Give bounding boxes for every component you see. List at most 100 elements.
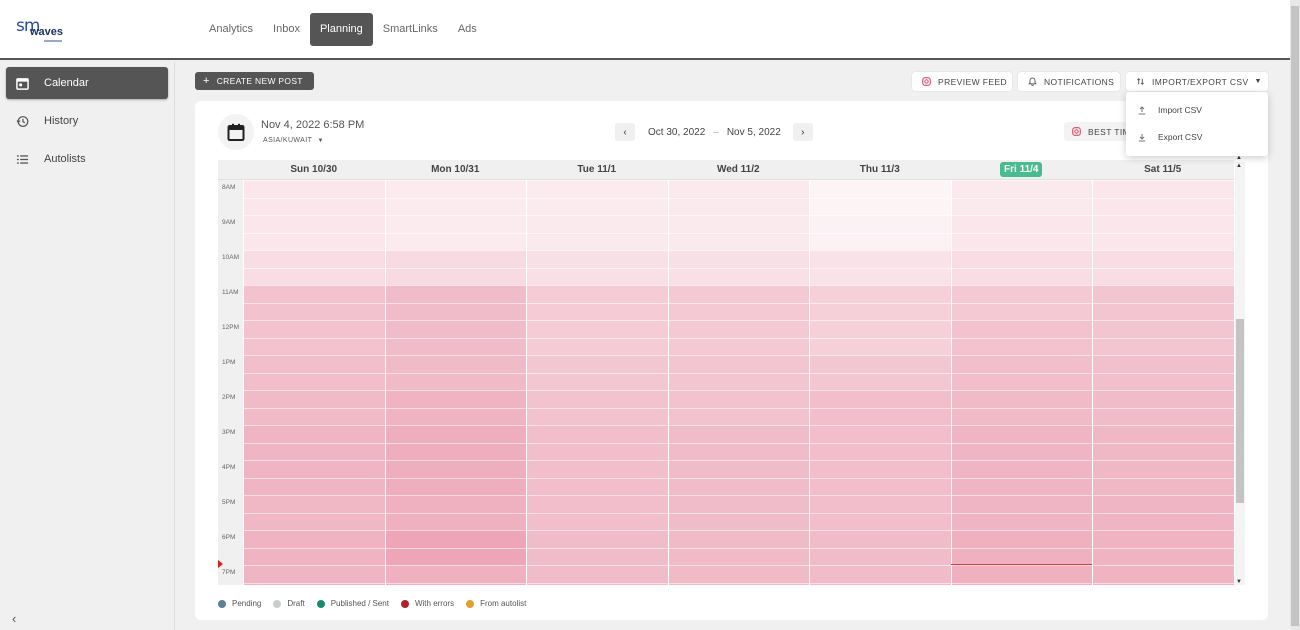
grid-line [243,582,1234,584]
legend-label: Pending [232,599,262,608]
create-new-post-button[interactable]: + CREATE NEW POST [195,72,314,90]
upload-icon [1138,105,1146,115]
create-new-post-label: CREATE NEW POST [216,76,303,86]
legend-label: Draft [287,599,305,608]
hour-label: 10AM [222,254,239,261]
day-header-label: Wed 11/2 [716,164,760,175]
current-time-line [950,563,1092,565]
next-week-button[interactable]: › [792,123,813,141]
week-grid: Sun 10/30 Mon 10/31 Tue 11/1 Wed 11/2 Thu 11… [218,160,1234,585]
day-column[interactable] [526,180,668,585]
scroll-top-arrow-icon[interactable]: ▲ [1236,163,1242,169]
sidebar-item-history[interactable]: History [6,105,168,137]
range-start: Oct 30, 2022 [648,126,706,138]
day-header-label: Fri 11/4 [1000,162,1043,177]
hour-label: 4PM [222,464,236,471]
legend-item-published: Published / Sent [316,599,389,608]
legend-label: From autolist [480,599,527,608]
hour-label: 8AM [222,184,236,191]
grid-line [243,250,1234,251]
grid-line [243,355,1234,356]
logo-wordmark: waves [30,26,64,38]
day-column[interactable] [384,180,526,585]
hour-label: 7PM [222,569,236,576]
menu-item-import-csv[interactable]: Import CSV [1138,100,1202,120]
swap-vertical-icon [1136,77,1145,86]
day-column[interactable] [667,180,809,585]
grid-line [243,547,1234,549]
day-header-label: Sun 10/30 [290,164,338,175]
hour-label: 5PM [222,499,236,506]
previous-week-button[interactable]: ‹ [615,123,635,141]
export-csv-label: Export CSV [1158,132,1203,142]
day-header: Sat 11/5 [1092,160,1234,180]
best-times-button[interactable]: BEST TIMES [1064,122,1134,141]
grid-line [243,197,1234,199]
calendar-card: Nov 4, 2022 6:58 PM ASIA/KUWAIT ▼ ‹ Oct … [195,101,1268,620]
page-scrollbar[interactable] [1290,0,1300,630]
sidebar-item-label: Calendar [44,77,89,89]
nav-analytics[interactable]: Analytics [199,13,263,46]
grid-line [243,390,1234,391]
day-column[interactable] [809,180,951,585]
range-separator: – [713,126,719,138]
day-header-label: Sat 11/5 [1144,164,1182,175]
sidebar-item-calendar[interactable]: Calendar [6,67,168,99]
notifications-label: NOTIFICATIONS [1044,76,1115,87]
day-column[interactable] [243,180,385,585]
hour-label: 11AM [222,289,239,296]
import-export-menu: Import CSV Export CSV [1126,92,1268,156]
day-header-row: Sun 10/30 Mon 10/31 Tue 11/1 Wed 11/2 Thu 11… [218,160,1234,180]
day-column[interactable] [950,180,1092,585]
legend-label: With errors [414,599,455,608]
timezone-selector[interactable]: ASIA/KUWAIT ▼ [263,137,324,144]
day-header: Mon 10/31 [385,160,527,180]
day-header: Tue 11/1 [526,160,668,180]
grid-line [243,407,1234,409]
hour-label: 6PM [222,534,236,541]
legend-label: Published / Sent [330,599,389,608]
nav-smartlinks[interactable]: SmartLinks [373,13,448,46]
menu-item-export-csv[interactable]: Export CSV [1138,127,1202,147]
hour-label: 1PM [222,359,236,366]
nav-planning[interactable]: Planning [309,13,373,46]
grid-line [243,425,1234,426]
logo-tagline [44,40,62,42]
hour-label: 9AM [222,219,236,226]
app-logo[interactable]: sm waves [16,16,76,46]
day-header: Fri 11/4 [951,160,1093,180]
status-legend: Pending Draft Published / Sent With erro… [218,599,538,608]
grid-scrollbar-thumb[interactable] [1236,319,1244,503]
grid-line [243,442,1234,444]
instagram-icon [1072,127,1081,136]
import-export-csv-button[interactable]: IMPORT/EXPORT CSV ▼ [1126,72,1268,91]
hour-label: 2PM [222,394,236,401]
current-datetime: Nov 4, 2022 6:58 PM [261,119,365,131]
import-csv-label: Import CSV [1158,105,1202,115]
nav-inbox[interactable]: Inbox [263,13,310,46]
calendar-icon [14,75,30,91]
calendar-icon [218,114,254,150]
timezone-label: ASIA/KUWAIT [263,137,313,144]
page-scrollbar-thumb[interactable] [1291,6,1299,626]
notifications-button[interactable]: NOTIFICATIONS [1018,72,1120,91]
grid-scrollbar[interactable]: ▲ ▲ ▼ [1235,155,1245,585]
sidebar-item-autolists[interactable]: Autolists [6,143,168,175]
preview-feed-button[interactable]: PREVIEW FEED [912,72,1012,91]
sidebar-item-label: History [44,115,79,127]
day-column[interactable] [1092,180,1234,585]
autolist-dot-icon [466,599,475,608]
sidebar: Calendar History Autolists ‹ [0,62,175,630]
legend-item-pending: Pending [218,599,261,608]
scroll-down-arrow-icon[interactable]: ▼ [1236,579,1242,585]
legend-item-autolist: From autolist [466,599,526,608]
grid-line [243,232,1234,234]
day-header: Thu 11/3 [809,160,951,180]
nav-ads[interactable]: Ads [448,13,487,46]
collapse-sidebar-button[interactable]: ‹ [12,611,16,626]
legend-item-errors: With errors [400,599,455,608]
grid-line [243,267,1234,269]
grid-line [243,320,1234,321]
day-header-label: Thu 11/3 [859,164,900,175]
legend-item-draft: Draft [273,599,305,608]
